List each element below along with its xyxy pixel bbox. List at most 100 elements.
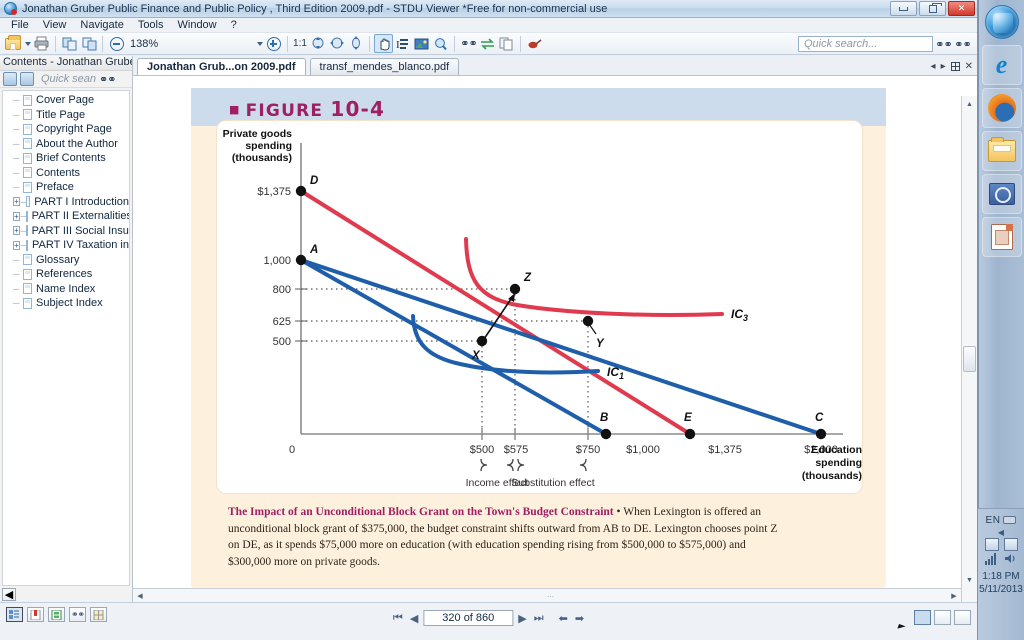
swap-icon[interactable]	[478, 34, 497, 53]
copy-page-icon[interactable]	[60, 34, 79, 53]
continuous-view-button[interactable]	[934, 610, 951, 625]
flag-icon[interactable]	[1003, 538, 1018, 551]
scroll-right-icon[interactable]: ▶	[947, 589, 961, 602]
fit-height-icon[interactable]	[346, 34, 365, 53]
page-view[interactable]: ■ FIGURE 10-4 Private goods spending (th…	[133, 76, 977, 602]
open-folder-icon[interactable]	[3, 34, 22, 53]
collapse-all-icon[interactable]	[20, 72, 34, 86]
close-button[interactable]: ✕	[948, 1, 975, 16]
single-page-view-button[interactable]	[914, 610, 931, 625]
menu-item-window[interactable]: Window	[171, 19, 224, 31]
sidebar-item-brief-contents[interactable]: ─ Brief Contents	[3, 151, 129, 166]
grid-panel-icon[interactable]	[90, 607, 107, 622]
open-dropdown-icon[interactable]	[22, 34, 32, 53]
sidebar-item-glossary[interactable]: ─ Glossary	[3, 253, 129, 268]
expand-all-icon[interactable]	[3, 72, 17, 86]
sidebar-item-title-page[interactable]: ─ Title Page	[3, 108, 129, 123]
find-panel-icon[interactable]: ⚭⚭	[69, 607, 86, 622]
network-icon[interactable]	[984, 552, 999, 565]
find-next-icon[interactable]: ⚭⚭	[953, 35, 972, 54]
sidebar-item-part-iv-taxation-in[interactable]: + ─ PART IV Taxation in	[3, 238, 129, 253]
tab-prev-icon[interactable]: ◂	[931, 61, 936, 72]
sidebar-item-preface[interactable]: ─ Preface	[3, 180, 129, 195]
minimize-button[interactable]	[890, 1, 917, 16]
horizontal-scrollbar[interactable]: ◀ ⋯ ▶	[133, 588, 961, 602]
sidebar-item-references[interactable]: ─ References	[3, 267, 129, 282]
volume-icon[interactable]	[1004, 552, 1018, 565]
actual-size-icon[interactable]: 1:1	[292, 34, 308, 53]
restore-button[interactable]	[919, 1, 946, 16]
scroll-down-icon[interactable]: ▼	[962, 572, 977, 588]
fit-page-icon[interactable]	[308, 34, 327, 53]
forward-button[interactable]: ➡	[573, 612, 586, 625]
back-button[interactable]: ⬅	[557, 612, 570, 625]
sidebar-item-subject-index[interactable]: ─ Subject Index	[3, 296, 129, 311]
tab-close-icon[interactable]: ✕	[965, 61, 973, 72]
file-explorer-icon[interactable]	[981, 131, 1022, 171]
search-input[interactable]: Quick search...	[798, 36, 933, 52]
thumbnails-icon[interactable]	[6, 607, 23, 622]
find-prev-icon[interactable]: ⚭⚭	[934, 35, 953, 54]
firefox-icon[interactable]	[981, 88, 1022, 128]
zoom-level-input[interactable]: 138%	[126, 35, 254, 52]
search-icon[interactable]	[981, 174, 1022, 214]
page-indicator[interactable]: 320 of 860	[423, 610, 514, 626]
vertical-scrollbar[interactable]: ▲ ▼	[961, 96, 977, 602]
expand-toggle-icon[interactable]: +	[13, 226, 20, 236]
bookmark-icon[interactable]	[525, 34, 544, 53]
text-select-icon[interactable]: I	[393, 34, 412, 53]
menu-item-view[interactable]: View	[36, 19, 74, 31]
paste-page-icon[interactable]	[79, 34, 98, 53]
hand-tool-icon[interactable]	[374, 34, 393, 53]
tab-list-icon[interactable]	[950, 62, 960, 71]
expand-toggle-icon[interactable]: +	[13, 211, 20, 221]
fit-width-icon[interactable]	[327, 34, 346, 53]
document-tab-0[interactable]: Jonathan Grub...on 2009.pdf	[137, 58, 306, 75]
last-page-button[interactable]: ⏭	[532, 612, 546, 625]
previous-page-button[interactable]: ◀	[408, 612, 420, 625]
tab-next-icon[interactable]: ▸	[941, 61, 946, 72]
print-icon[interactable]	[32, 34, 51, 53]
menu-item-navigate[interactable]: Navigate	[73, 19, 130, 31]
contents-tree[interactable]: ─ Cover Page ─ Title Page ─ Copyright Page ─ Ab…	[2, 90, 130, 586]
document-icon[interactable]	[981, 217, 1022, 257]
sidebar-item-cover-page[interactable]: ─ Cover Page	[3, 93, 129, 108]
find-icon[interactable]: ⚭⚭	[459, 34, 478, 53]
zoom-select-icon[interactable]	[431, 34, 450, 53]
sidebar-find-icon[interactable]: ⚭⚭	[99, 73, 116, 86]
zoom-in-icon[interactable]	[264, 34, 283, 53]
menu-item-file[interactable]: File	[4, 19, 36, 31]
sidebar-item-copyright-page[interactable]: ─ Copyright Page	[3, 122, 129, 137]
sidebar-item-about-the-author[interactable]: ─ About the Author	[3, 137, 129, 152]
menu-item-help[interactable]: ?	[224, 19, 244, 31]
facing-view-button[interactable]	[954, 610, 971, 625]
page-layout-icon[interactable]	[48, 607, 65, 622]
zoom-dropdown-icon[interactable]	[254, 34, 264, 53]
sidebar-search-input[interactable]: Quick sean	[41, 73, 96, 85]
sidebar-item-part-ii-externalities[interactable]: + ─ PART II Externalities	[3, 209, 129, 224]
menu-item-tools[interactable]: Tools	[131, 19, 171, 31]
sidebar-item-part-i-introduction[interactable]: + ─ PART I Introduction	[3, 195, 129, 210]
start-orb[interactable]	[982, 2, 1022, 42]
sidebar-collapse-icon[interactable]: ◀	[2, 587, 16, 601]
copy-icon[interactable]	[497, 34, 516, 53]
next-page-button[interactable]: ▶	[516, 612, 528, 625]
first-page-button[interactable]: ⏮	[391, 612, 405, 625]
image-select-icon[interactable]	[412, 34, 431, 53]
sidebar-item-part-iii-social-insur[interactable]: + ─ PART III Social Insur	[3, 224, 129, 239]
action-center-icon[interactable]	[984, 538, 999, 551]
zoom-out-icon[interactable]	[107, 34, 126, 53]
expand-toggle-icon[interactable]: +	[13, 240, 20, 250]
tray-language[interactable]: EN	[978, 509, 1024, 526]
tray-expand-icon[interactable]: ◀	[978, 528, 1024, 537]
internet-explorer-icon[interactable]: e	[981, 45, 1022, 85]
vertical-scroll-thumb[interactable]	[963, 346, 976, 372]
scroll-up-icon[interactable]: ▲	[962, 96, 977, 112]
bookmark-panel-icon[interactable]	[27, 607, 44, 622]
document-tab-1[interactable]: transf_mendes_blanco.pdf	[309, 58, 460, 75]
sidebar-item-name-index[interactable]: ─ Name Index	[3, 282, 129, 297]
expand-toggle-icon[interactable]: +	[13, 197, 20, 207]
sidebar-item-contents[interactable]: ─ Contents	[3, 166, 129, 181]
tray-clock[interactable]: 1:18 PM 5/11/2013	[978, 570, 1024, 596]
scroll-left-icon[interactable]: ◀	[133, 589, 147, 602]
